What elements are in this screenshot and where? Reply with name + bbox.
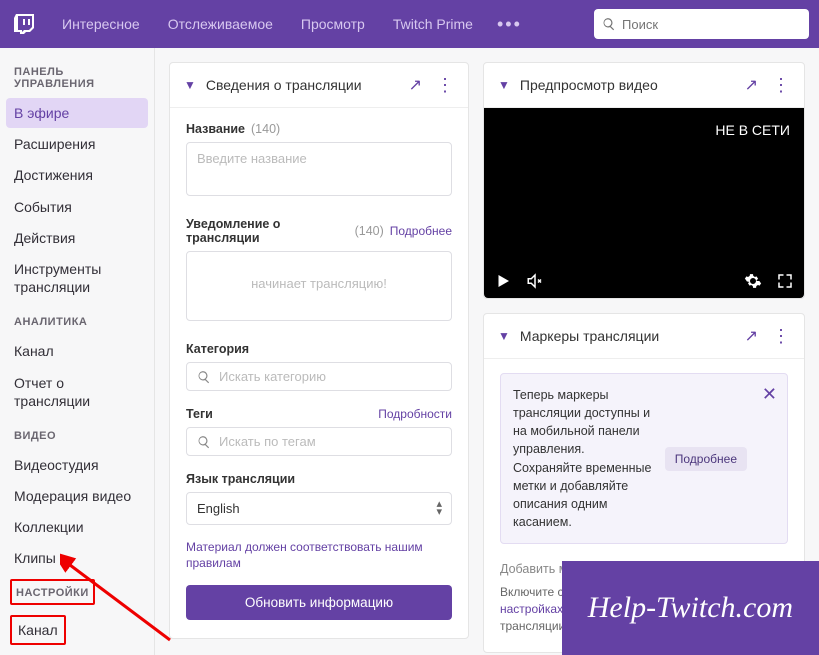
sidebar-link-extensions[interactable]: Расширения [6, 129, 148, 159]
lang-label: Язык трансляции [186, 472, 295, 486]
popout-icon[interactable]: ↗ [409, 75, 422, 95]
sidebar-head-video: ВИДЕО [14, 430, 140, 442]
collapse-icon[interactable]: ▼ [184, 78, 196, 92]
notify-more-link[interactable]: Подробнее [390, 224, 452, 238]
card-menu-icon[interactable]: ⋮ [772, 76, 790, 94]
sidebar-link-actions[interactable]: Действия [6, 223, 148, 253]
search-input[interactable] [622, 17, 801, 32]
play-icon[interactable] [494, 272, 512, 290]
sidebar-link-clips[interactable]: Клипы [6, 543, 148, 573]
search-icon [197, 370, 211, 384]
title-label: Название [186, 122, 245, 136]
sidebar-link-stream-report[interactable]: Отчет о трансляции [6, 368, 148, 416]
title-input[interactable] [186, 142, 452, 196]
search-icon [602, 17, 616, 31]
nav-prime[interactable]: Twitch Prime [389, 16, 477, 32]
search-box[interactable] [594, 9, 809, 39]
tags-more-link[interactable]: Подробности [378, 407, 452, 421]
sidebar-head-dashboard: ПАНЕЛЬ УПРАВЛЕНИЯ [14, 66, 140, 90]
sidebar-link-channel-settings[interactable]: Канал [16, 619, 60, 641]
sidebar-link-video-moderation[interactable]: Модерация видео [6, 481, 148, 511]
tags-label: Теги [186, 407, 213, 421]
offline-badge: НЕ В СЕТИ [715, 122, 790, 138]
tags-input[interactable] [219, 434, 441, 449]
notify-label: Уведомление о трансляции [186, 217, 349, 245]
nav-discover[interactable]: Интересное [58, 16, 144, 32]
lang-select[interactable]: English [186, 492, 452, 525]
sidebar-link-events[interactable]: События [6, 192, 148, 222]
sidebar-head-analytics: АНАЛИТИКА [14, 316, 140, 328]
category-search[interactable] [186, 362, 452, 391]
popout-icon[interactable]: ↗ [745, 326, 758, 346]
stream-info-card: ▼ Сведения о трансляции ↗ ⋮ Название (140… [169, 62, 469, 639]
nav-following[interactable]: Отслеживаемое [164, 16, 277, 32]
notify-count: (140) [355, 224, 384, 238]
close-icon[interactable]: ✕ [762, 384, 777, 405]
rules-footnote[interactable]: Материал должен соответствовать нашим пр… [186, 539, 452, 571]
preview-title: Предпросмотр видео [520, 77, 729, 93]
sidebar-link-stream-tools[interactable]: Инструменты трансляции [6, 254, 148, 302]
stream-info-title: Сведения о трансляции [206, 77, 393, 93]
sidebar-link-video-producer[interactable]: Видеостудия [6, 450, 148, 480]
sidebar: ПАНЕЛЬ УПРАВЛЕНИЯ В эфире Расширения Дос… [0, 48, 155, 655]
video-preview[interactable]: НЕ В СЕТИ [484, 108, 804, 298]
title-count: (140) [251, 122, 280, 136]
sidebar-head-settings: НАСТРОЙКИ [16, 587, 89, 599]
update-info-button[interactable]: Обновить информацию [186, 585, 452, 620]
card-menu-icon[interactable]: ⋮ [772, 327, 790, 345]
sidebar-link-collections[interactable]: Коллекции [6, 512, 148, 542]
category-label: Категория [186, 342, 249, 356]
sidebar-link-live[interactable]: В эфире [6, 98, 148, 128]
popout-icon[interactable]: ↗ [745, 75, 758, 95]
sidebar-link-achievements[interactable]: Достижения [6, 160, 148, 190]
category-input[interactable] [219, 369, 441, 384]
collapse-icon[interactable]: ▼ [498, 329, 510, 343]
markers-more-button[interactable]: Подробнее [665, 447, 747, 471]
card-menu-icon[interactable]: ⋮ [436, 76, 454, 94]
search-icon [197, 435, 211, 449]
watermark: Help-Twitch.com [562, 561, 819, 655]
markers-title: Маркеры трансляции [520, 328, 729, 344]
nav-more-icon[interactable]: ••• [497, 14, 522, 35]
tags-search[interactable] [186, 427, 452, 456]
preview-card: ▼ Предпросмотр видео ↗ ⋮ НЕ В СЕТИ [483, 62, 805, 299]
notify-input[interactable] [186, 251, 452, 321]
nav-browse[interactable]: Просмотр [297, 16, 369, 32]
twitch-logo[interactable] [10, 10, 38, 38]
fullscreen-icon[interactable] [776, 272, 794, 290]
sidebar-link-channel-analytics[interactable]: Канал [6, 336, 148, 366]
markers-banner-text: Теперь маркеры трансляции доступны и на … [513, 386, 655, 531]
markers-banner: Теперь маркеры трансляции доступны и на … [500, 373, 788, 544]
mute-icon[interactable] [526, 272, 544, 290]
collapse-icon[interactable]: ▼ [498, 78, 510, 92]
settings-icon[interactable] [744, 272, 762, 290]
